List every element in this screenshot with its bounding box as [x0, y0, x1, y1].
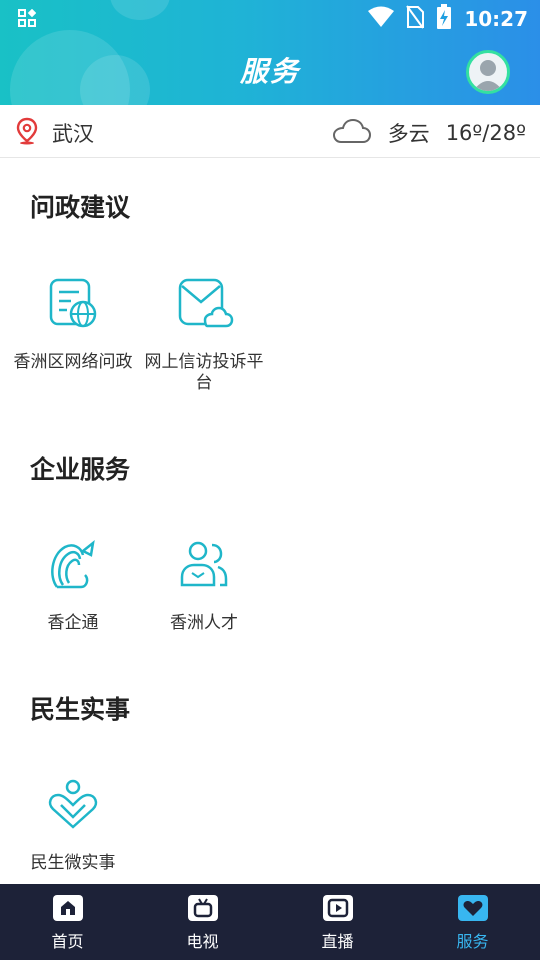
- location-weather-bar: 武汉 多云 16º/28º: [0, 105, 540, 158]
- section-title-wenzheng: 问政建议: [30, 193, 131, 222]
- no-sim-icon: [406, 5, 425, 33]
- section-title-enterprise: 企业服务: [30, 455, 131, 484]
- tab-service[interactable]: 服务: [405, 884, 540, 960]
- tab-label: 首页: [51, 932, 84, 951]
- user-icon: [473, 60, 503, 91]
- app-header: 10:27 服务: [0, 0, 540, 105]
- service-item-label: 香洲区网络问政: [13, 352, 133, 372]
- temperature: 16º/28º: [445, 121, 526, 145]
- bottom-tab-bar: 首页 电视 直播 服务: [0, 884, 540, 960]
- tab-label: 电视: [186, 932, 219, 951]
- service-item-xiangqitong[interactable]: 香企通: [8, 535, 138, 634]
- weather-condition: 多云: [387, 122, 430, 146]
- service-item-talent[interactable]: 香洲人才: [139, 535, 269, 634]
- service-item-label: 民生微实事: [30, 853, 116, 873]
- heart-person-icon: [43, 775, 103, 835]
- city-name: 武汉: [52, 122, 94, 146]
- tab-label: 直播: [321, 932, 354, 951]
- service-item-label: 网上信访投诉平台: [144, 352, 264, 393]
- home-icon: [52, 894, 84, 922]
- tab-live[interactable]: 直播: [270, 884, 405, 960]
- page-title: 服务: [239, 55, 300, 88]
- service-item-petition-platform[interactable]: 网上信访投诉平台: [139, 274, 269, 394]
- tab-tv[interactable]: 电视: [135, 884, 270, 960]
- shell-logo-icon: [43, 535, 103, 595]
- tv-icon: [187, 894, 219, 922]
- web-document-icon: [43, 274, 103, 334]
- weather-info: 多云 16º/28º: [332, 117, 526, 149]
- service-item-network-inquiry[interactable]: 香洲区网络问政: [8, 274, 138, 373]
- tab-home[interactable]: 首页: [0, 884, 135, 960]
- service-item-label: 香企通: [47, 613, 99, 633]
- play-icon: [322, 894, 354, 922]
- location-selector[interactable]: 武汉: [16, 117, 94, 149]
- user-avatar[interactable]: [466, 50, 510, 94]
- heart-icon: [457, 894, 489, 922]
- service-item-micro-affairs[interactable]: 民生微实事: [8, 775, 138, 874]
- status-time: 10:27: [464, 7, 528, 31]
- status-bar: 10:27: [0, 0, 540, 36]
- location-pin-icon: [16, 117, 38, 149]
- tab-label: 服务: [456, 932, 489, 951]
- mail-cloud-icon: [174, 274, 234, 334]
- wifi-icon: [368, 6, 395, 32]
- service-item-label: 香洲人才: [170, 613, 238, 633]
- app-grid-icon: [18, 8, 37, 31]
- battery-charging-icon: [436, 4, 452, 34]
- cloud-icon: [332, 117, 372, 149]
- people-icon: [174, 535, 234, 595]
- section-title-livelihood: 民生实事: [30, 695, 131, 724]
